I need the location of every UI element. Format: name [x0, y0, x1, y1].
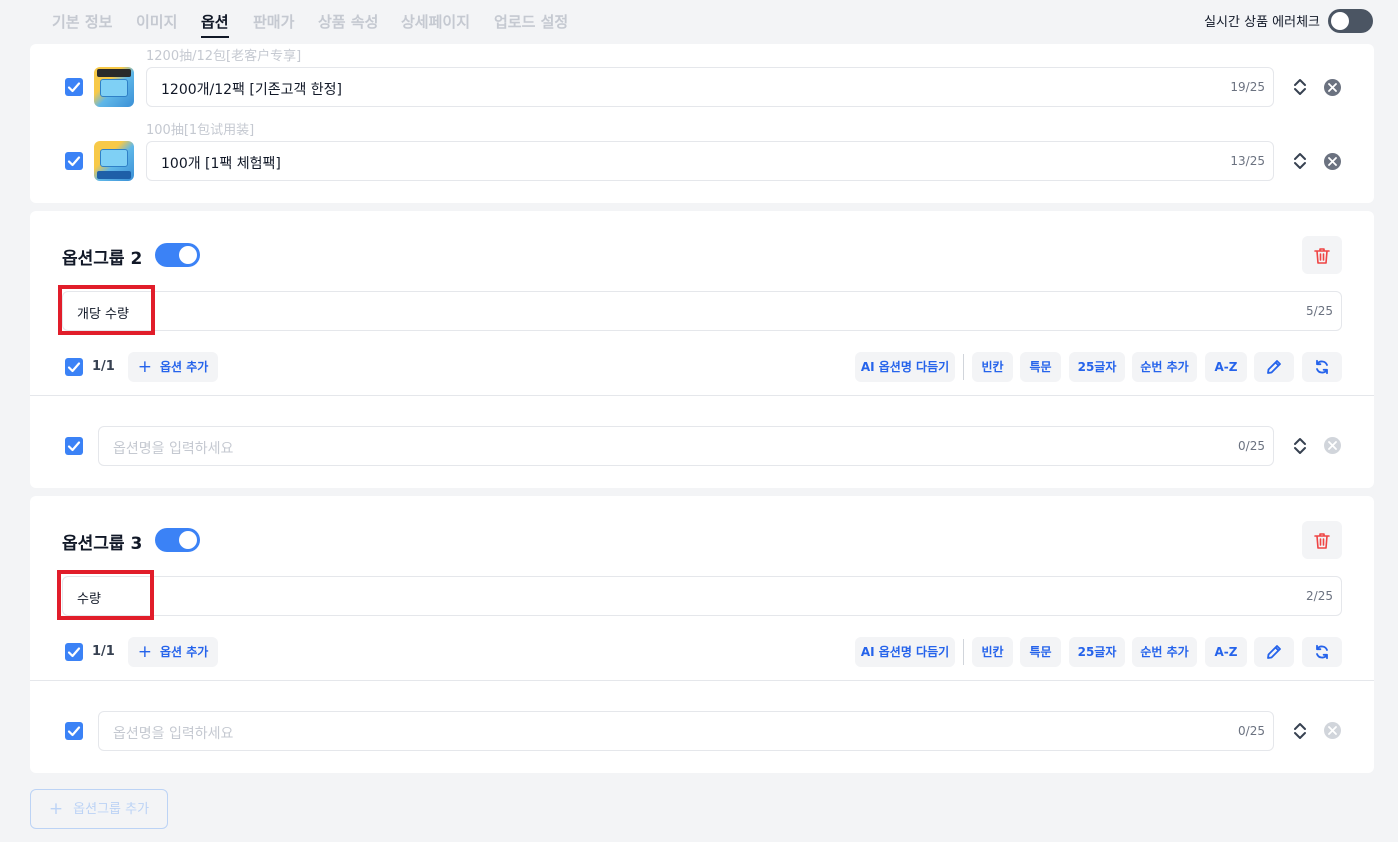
divider [963, 354, 964, 380]
tab-attributes[interactable]: 상품 속성 [318, 11, 378, 32]
select-all-checkbox[interactable] [65, 643, 83, 661]
trash-icon [1314, 248, 1330, 264]
remove-option-icon[interactable] [1324, 722, 1341, 739]
selected-count: 1/1 [92, 359, 115, 374]
option-thumbnail[interactable] [94, 67, 134, 107]
plus-icon: + [48, 799, 64, 819]
option-name-placeholder: 옵션명을 입력하세요 [113, 441, 234, 457]
trash-icon [1314, 533, 1330, 549]
divider [30, 395, 1374, 396]
option-source-text: 1200抽/12包[老客户专享] [146, 49, 302, 64]
toggle-knob [179, 531, 197, 549]
option-group-3-card: 옵션그룹 3 수량 2/25 1/1 + 옵션 추가 AI 옵션명 다듬기 빈칸 … [30, 496, 1374, 773]
divider [30, 680, 1374, 681]
remove-option-icon[interactable] [1324, 437, 1341, 454]
toggle-knob [1331, 12, 1349, 30]
reorder-icon[interactable] [1293, 77, 1307, 97]
tab-upload-settings[interactable]: 업로드 설정 [494, 11, 568, 32]
reorder-icon[interactable] [1293, 436, 1307, 456]
option-group-1-card: 1200抽/12包[老客户专享] 1200개/12팩 [기존고객 한정] 19/… [30, 44, 1374, 203]
truncate-25-button[interactable]: 25글자 [1069, 637, 1125, 667]
ai-refine-button[interactable]: AI 옵션명 다듬기 [855, 352, 955, 382]
sort-az-button[interactable]: A-Z [1205, 637, 1247, 667]
add-option-button[interactable]: + 옵션 추가 [128, 637, 218, 667]
special-char-button[interactable]: 특문 [1020, 352, 1061, 382]
pencil-icon [1267, 645, 1281, 659]
edit-button[interactable] [1254, 637, 1294, 667]
tab-detail-page[interactable]: 상세페이지 [401, 11, 470, 32]
remove-option-icon[interactable] [1324, 153, 1341, 170]
refresh-icon [1316, 644, 1328, 660]
tab-basic-info[interactable]: 기본 정보 [52, 11, 112, 32]
option-checkbox[interactable] [65, 722, 83, 740]
option-name-input[interactable]: 옵션명을 입력하세요 0/25 [98, 426, 1274, 466]
option-checkbox[interactable] [65, 78, 83, 96]
option-name-input[interactable]: 100개 [1팩 체험팩] 13/25 [146, 141, 1274, 181]
tab-options[interactable]: 옵션 [201, 11, 229, 38]
truncate-25-button[interactable]: 25글자 [1069, 352, 1125, 382]
check-icon [67, 362, 81, 373]
option-name-input[interactable]: 1200개/12팩 [기존고객 한정] 19/25 [146, 67, 1274, 107]
group-enable-toggle[interactable] [155, 528, 200, 552]
check-icon [67, 82, 81, 93]
highlight-box [58, 285, 155, 335]
option-name-value: 100개 [1팩 체험팩] [161, 156, 281, 172]
pencil-icon [1267, 360, 1281, 374]
group-title: 옵션그룹 2 [62, 249, 143, 269]
ai-refine-button[interactable]: AI 옵션명 다듬기 [855, 637, 955, 667]
char-counter: 5/25 [1306, 304, 1333, 318]
refresh-button[interactable] [1302, 352, 1342, 382]
char-counter: 0/25 [1238, 724, 1265, 738]
special-char-button[interactable]: 특문 [1020, 637, 1061, 667]
char-counter: 13/25 [1230, 154, 1265, 168]
add-sequence-button[interactable]: 순번 추가 [1132, 352, 1197, 382]
tab-images[interactable]: 이미지 [136, 11, 177, 32]
option-checkbox[interactable] [65, 152, 83, 170]
plus-icon: + [137, 357, 152, 377]
group-enable-toggle[interactable] [155, 243, 200, 267]
group-title: 옵션그룹 3 [62, 534, 143, 554]
check-icon [67, 156, 81, 167]
char-counter: 2/25 [1306, 589, 1333, 603]
check-icon [67, 726, 81, 737]
selected-count: 1/1 [92, 644, 115, 659]
option-checkbox[interactable] [65, 437, 83, 455]
add-option-group-button[interactable]: + 옵션그룹 추가 [30, 789, 168, 829]
live-error-check-label: 실시간 상품 에러체크 [1204, 15, 1320, 30]
blank-button[interactable]: 빈칸 [972, 637, 1013, 667]
plus-icon: + [137, 642, 152, 662]
option-name-value: 1200개/12팩 [기존고객 한정] [161, 82, 343, 98]
delete-group-button[interactable] [1302, 521, 1342, 559]
highlight-box [57, 570, 154, 620]
divider [963, 639, 964, 665]
sort-az-button[interactable]: A-Z [1205, 352, 1247, 382]
refresh-icon [1316, 359, 1328, 375]
add-sequence-button[interactable]: 순번 추가 [1132, 637, 1197, 667]
edit-button[interactable] [1254, 352, 1294, 382]
check-icon [67, 647, 81, 658]
group-name-input[interactable]: 수량 2/25 [62, 576, 1342, 616]
refresh-button[interactable] [1302, 637, 1342, 667]
option-name-placeholder: 옵션명을 입력하세요 [113, 726, 234, 742]
option-source-text: 100抽[1包试用装] [146, 123, 255, 138]
remove-option-icon[interactable] [1324, 79, 1341, 96]
toggle-knob [179, 246, 197, 264]
add-option-button[interactable]: + 옵션 추가 [128, 352, 218, 382]
option-thumbnail[interactable] [94, 141, 134, 181]
char-counter: 19/25 [1230, 80, 1265, 94]
tab-price[interactable]: 판매가 [253, 11, 294, 32]
option-group-2-card: 옵션그룹 2 개당 수량 5/25 1/1 + 옵션 추가 AI 옵션명 다듬기 … [30, 211, 1374, 488]
delete-group-button[interactable] [1302, 236, 1342, 274]
select-all-checkbox[interactable] [65, 358, 83, 376]
group-name-input[interactable]: 개당 수량 5/25 [62, 291, 1342, 331]
tab-bar: 기본 정보 이미지 옵션 판매가 상품 속성 상세페이지 업로드 설정 실시간 … [0, 0, 1398, 44]
live-error-check-toggle[interactable] [1328, 9, 1373, 33]
reorder-icon[interactable] [1293, 721, 1307, 741]
reorder-icon[interactable] [1293, 151, 1307, 171]
blank-button[interactable]: 빈칸 [972, 352, 1013, 382]
option-name-input[interactable]: 옵션명을 입력하세요 0/25 [98, 711, 1274, 751]
char-counter: 0/25 [1238, 439, 1265, 453]
check-icon [67, 441, 81, 452]
